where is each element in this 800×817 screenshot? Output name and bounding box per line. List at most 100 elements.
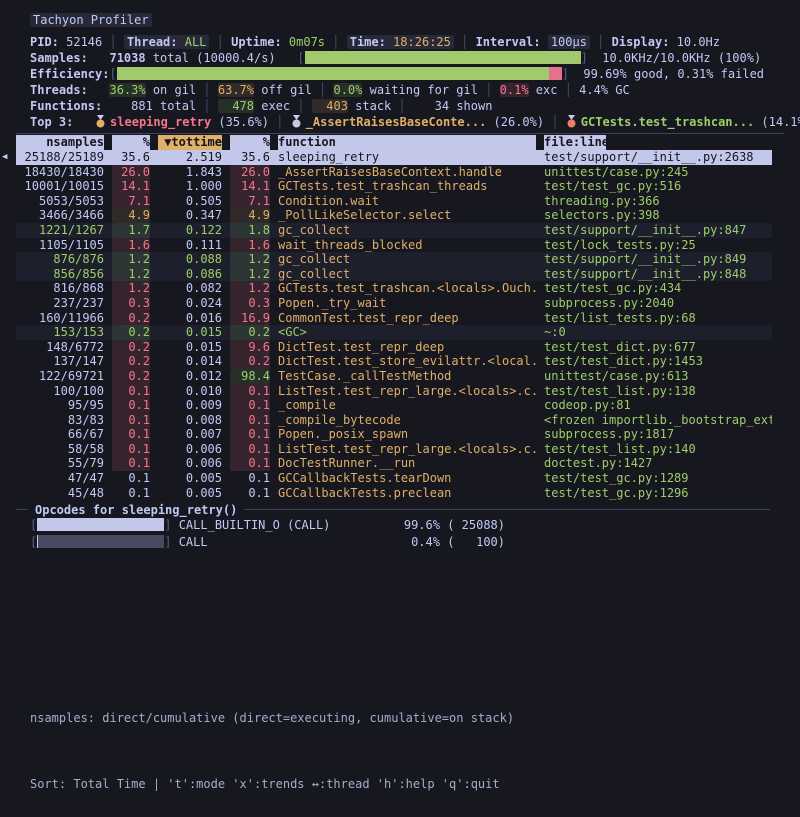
separator: │ <box>209 35 231 49</box>
table-row[interactable]: 3466/34664.90.3474.9_PollLikeSelector.se… <box>16 208 772 223</box>
status-item-display: Display: 10.0Hz <box>612 35 720 49</box>
bracket: ] <box>562 67 569 81</box>
cell-function-name: Popen._try_wait <box>278 296 536 311</box>
cell-function-name: TestCase._callTestMethod <box>278 369 536 384</box>
cell-direct-pct: 1.2 <box>112 252 150 267</box>
cell-tottime: 0.505 <box>158 194 222 209</box>
table-row[interactable]: 1105/11051.60.1111.6wait_threads_blocked… <box>16 238 772 253</box>
cell-direct-pct: 1.7 <box>112 223 150 238</box>
cell-direct-pct: 1.2 <box>112 267 150 282</box>
status-label: Time: <box>350 35 393 49</box>
table-row[interactable]: 47/470.10.0050.1GCCallbackTests.tearDown… <box>16 471 772 486</box>
selection-marker-icon: ◀ <box>2 150 7 165</box>
table-row[interactable]: 160/119660.20.01616.9CommonTest.test_rep… <box>16 311 772 326</box>
cell-file-line: unittest/case.py:245 <box>544 165 772 180</box>
status-value: 18:26:25 <box>393 35 451 49</box>
column-header-nsamples[interactable]: nsamples <box>16 135 104 150</box>
cell-direct-pct: 0.2 <box>112 369 150 384</box>
spacer <box>102 99 116 113</box>
separator: │ <box>196 83 218 97</box>
cell-nsamples: 47/47 <box>16 471 104 486</box>
cell-function-name: _AssertRaisesBaseContext.handle <box>278 165 536 180</box>
top3-label: Top 3: <box>30 115 73 129</box>
cell-function-name: _compile_bytecode <box>278 413 536 428</box>
cell-cumulative-pct: 26.0 <box>230 165 270 180</box>
cell-file-line: ~:0 <box>544 325 772 340</box>
table-row[interactable]: 55/790.10.0060.1DocTestRunner.__rundocte… <box>16 456 772 471</box>
table-row[interactable]: 816/8681.20.0821.2GCTests.test_trashcan.… <box>16 281 772 296</box>
table-row[interactable]: 5053/50537.10.5057.1Condition.waitthread… <box>16 194 772 209</box>
cell-tottime: 0.024 <box>158 296 222 311</box>
cell-nsamples: 10001/10015 <box>16 179 104 194</box>
cell-cumulative-pct: 0.1 <box>230 413 270 428</box>
opcode-bar-fill <box>37 518 163 531</box>
separator: │ <box>290 99 312 113</box>
spacer <box>88 51 110 65</box>
cell-file-line: test/list_tests.py:68 <box>544 311 772 326</box>
cell-tottime: 2.519 <box>158 150 222 165</box>
column-header-[interactable]: % <box>112 135 150 150</box>
column-header-[interactable]: % <box>230 135 270 150</box>
cell-file-line: unittest/case.py:613 <box>544 369 772 384</box>
table-row[interactable]: 95/950.10.0090.1_compilecodeop.py:81 <box>16 398 772 413</box>
cell-function-name: ListTest.test_repr_large.<locals>.c... <box>278 384 536 399</box>
top3-function-name: sleeping_retry <box>110 115 211 129</box>
cell-file-line: <frozen importlib._bootstrap_externa <box>544 413 772 428</box>
table-row[interactable]: 1221/12671.70.1221.8gc_collecttest/suppo… <box>16 223 772 238</box>
cell-direct-pct: 0.3 <box>112 296 150 311</box>
column-header-tottime[interactable]: ▼tottime <box>158 135 222 150</box>
cell-tottime: 0.012 <box>158 369 222 384</box>
cell-cumulative-pct: 0.1 <box>230 384 270 399</box>
header-section: Tachyon Profiler PID: 52146 │ Thread: AL… <box>0 0 800 131</box>
column-header-fileline[interactable]: file:line <box>544 135 606 150</box>
table-row[interactable]: 137/1470.20.0140.2DictTest.test_store_ev… <box>16 354 772 369</box>
efficiency-label: Efficiency: <box>30 67 109 81</box>
cell-file-line: test/test_gc.py:1296 <box>544 486 772 501</box>
cell-nsamples: 122/69721 <box>16 369 104 384</box>
table-row[interactable]: 856/8561.20.0861.2gc_collecttest/support… <box>16 267 772 282</box>
cell-cumulative-pct: 7.1 <box>230 194 270 209</box>
table-row[interactable]: ◀25188/2518935.62.51935.6sleeping_retryt… <box>16 150 772 165</box>
functions-stat-value: 403 <box>312 99 348 113</box>
cell-cumulative-pct: 0.1 <box>230 442 270 457</box>
cell-function-name: <GC> <box>278 325 536 340</box>
table-row[interactable]: 18430/1843026.01.84326.0_AssertRaisesBas… <box>16 165 772 180</box>
cell-tottime: 0.008 <box>158 413 222 428</box>
cell-nsamples: 160/11966 <box>16 311 104 326</box>
cell-function-name: ListTest.test_repr_large.<locals>.c... <box>278 442 536 457</box>
table-row[interactable]: 58/580.10.0060.1ListTest.test_repr_large… <box>16 442 772 457</box>
table-row[interactable]: 10001/1001514.11.00014.1GCTests.test_tra… <box>16 179 772 194</box>
column-header-function[interactable]: function <box>278 135 536 150</box>
cell-direct-pct: 0.1 <box>112 398 150 413</box>
cell-file-line: test/support/__init__.py:848 <box>544 267 772 282</box>
cell-tottime: 0.111 <box>158 238 222 253</box>
cell-direct-pct: 1.6 <box>112 238 150 253</box>
table-row[interactable]: 45/480.10.0050.1GCCallbackTests.preclean… <box>16 486 772 501</box>
cell-tottime: 0.015 <box>158 340 222 355</box>
samples-count: 71038 <box>109 51 145 65</box>
efficiency-good-fill <box>117 67 549 80</box>
cell-nsamples: 100/100 <box>16 384 104 399</box>
table-row[interactable]: 100/1000.10.0100.1ListTest.test_repr_lar… <box>16 384 772 399</box>
table-row[interactable]: 148/67720.20.0159.6DictTest.test_repr_de… <box>16 340 772 355</box>
cell-cumulative-pct: 1.2 <box>230 281 270 296</box>
status-value: ALL <box>185 35 207 49</box>
status-item-uptime: Uptime: 0m07s <box>231 35 325 49</box>
threads-label: Threads: <box>30 83 88 97</box>
cell-file-line: threading.py:366 <box>544 194 772 209</box>
cell-file-line: codeop.py:81 <box>544 398 772 413</box>
table-row[interactable]: 83/830.10.0080.1_compile_bytecode<frozen… <box>16 413 772 428</box>
status-item-pid: PID: 52146 <box>30 35 102 49</box>
cell-function-name: gc_collect <box>278 223 536 238</box>
spacer <box>88 83 110 97</box>
table-row[interactable]: 876/8761.20.0881.2gc_collecttest/support… <box>16 252 772 267</box>
cell-file-line: doctest.py:1427 <box>544 456 772 471</box>
table-row[interactable]: 66/670.10.0070.1Popen._posix_spawnsubpro… <box>16 427 772 442</box>
status-label: Thread: <box>127 35 185 49</box>
status-label: PID: <box>30 35 66 49</box>
cell-nsamples: 55/79 <box>16 456 104 471</box>
cell-tottime: 0.086 <box>158 267 222 282</box>
table-row[interactable]: 153/1530.20.0150.2<GC>~:0 <box>16 325 772 340</box>
table-row[interactable]: 237/2370.30.0240.3Popen._try_waitsubproc… <box>16 296 772 311</box>
table-row[interactable]: 122/697210.20.01298.4TestCase._callTestM… <box>16 369 772 384</box>
